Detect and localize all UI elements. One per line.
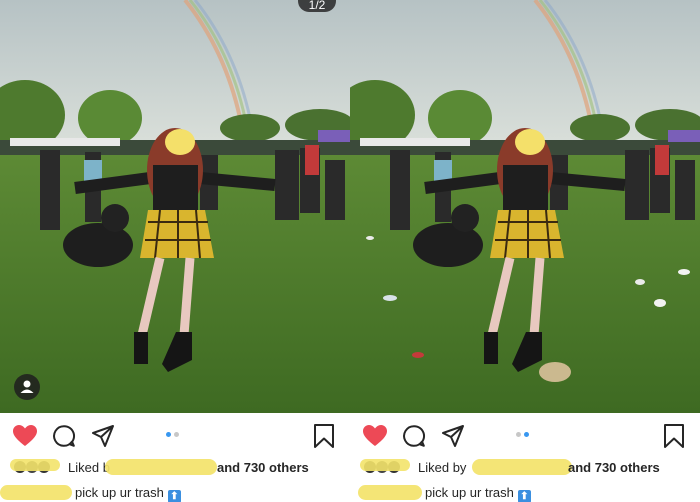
others-count[interactable]: and 730 others [568, 460, 660, 475]
others-count[interactable]: and 730 others [217, 460, 309, 475]
liker-avatars [360, 459, 410, 473]
post-panel-left: Liked b and 730 others pick up ur trash ⬆ [0, 0, 350, 502]
carousel-indicator [166, 432, 186, 440]
caption-text: pick up ur trash [425, 485, 514, 500]
caption-line: pick up ur trash ⬆ [0, 483, 345, 502]
comment-icon[interactable] [52, 424, 76, 448]
up-arrow-emoji-icon: ⬆ [167, 490, 181, 502]
tagged-users-button[interactable] [14, 374, 40, 400]
redacted-caption-username [358, 485, 422, 500]
share-icon[interactable] [441, 424, 465, 448]
bookmark-icon[interactable] [663, 423, 685, 449]
festival-photo [350, 0, 700, 413]
carousel-indicator [516, 432, 536, 440]
likes-line[interactable]: Liked by and 730 others [360, 457, 695, 479]
share-icon[interactable] [91, 424, 115, 448]
festival-photo [0, 0, 350, 413]
redacted-username [472, 459, 572, 475]
redacted-caption-username [0, 485, 72, 500]
liker-avatars [10, 459, 60, 473]
carousel-dot [516, 432, 521, 437]
post-photo[interactable] [0, 0, 350, 413]
carousel-dot-active [524, 432, 529, 437]
likes-line[interactable]: Liked b and 730 others [10, 457, 345, 479]
image-counter-badge: 1/2 [298, 0, 336, 12]
carousel-dot [174, 432, 179, 437]
comment-icon[interactable] [402, 424, 426, 448]
post-photo[interactable] [350, 0, 700, 413]
liked-by-label: Liked by [418, 460, 467, 475]
heart-icon[interactable] [362, 423, 388, 449]
post-panel-right: Liked by and 730 others pick up ur trash… [350, 0, 700, 502]
caption-text: pick up ur trash [75, 485, 164, 500]
up-arrow-emoji-icon: ⬆ [517, 490, 531, 502]
carousel-dot-active [166, 432, 171, 437]
user-tag-icon [20, 380, 34, 393]
caption-line: pick up ur trash ⬆ [358, 483, 695, 502]
heart-icon[interactable] [12, 423, 38, 449]
bookmark-icon[interactable] [313, 423, 335, 449]
post-action-bar: Liked by and 730 others pick up ur trash… [350, 413, 700, 502]
post-action-bar: Liked b and 730 others pick up ur trash ⬆ [0, 413, 350, 502]
liked-by-label: Liked b [68, 460, 110, 475]
redacted-username [105, 459, 217, 475]
